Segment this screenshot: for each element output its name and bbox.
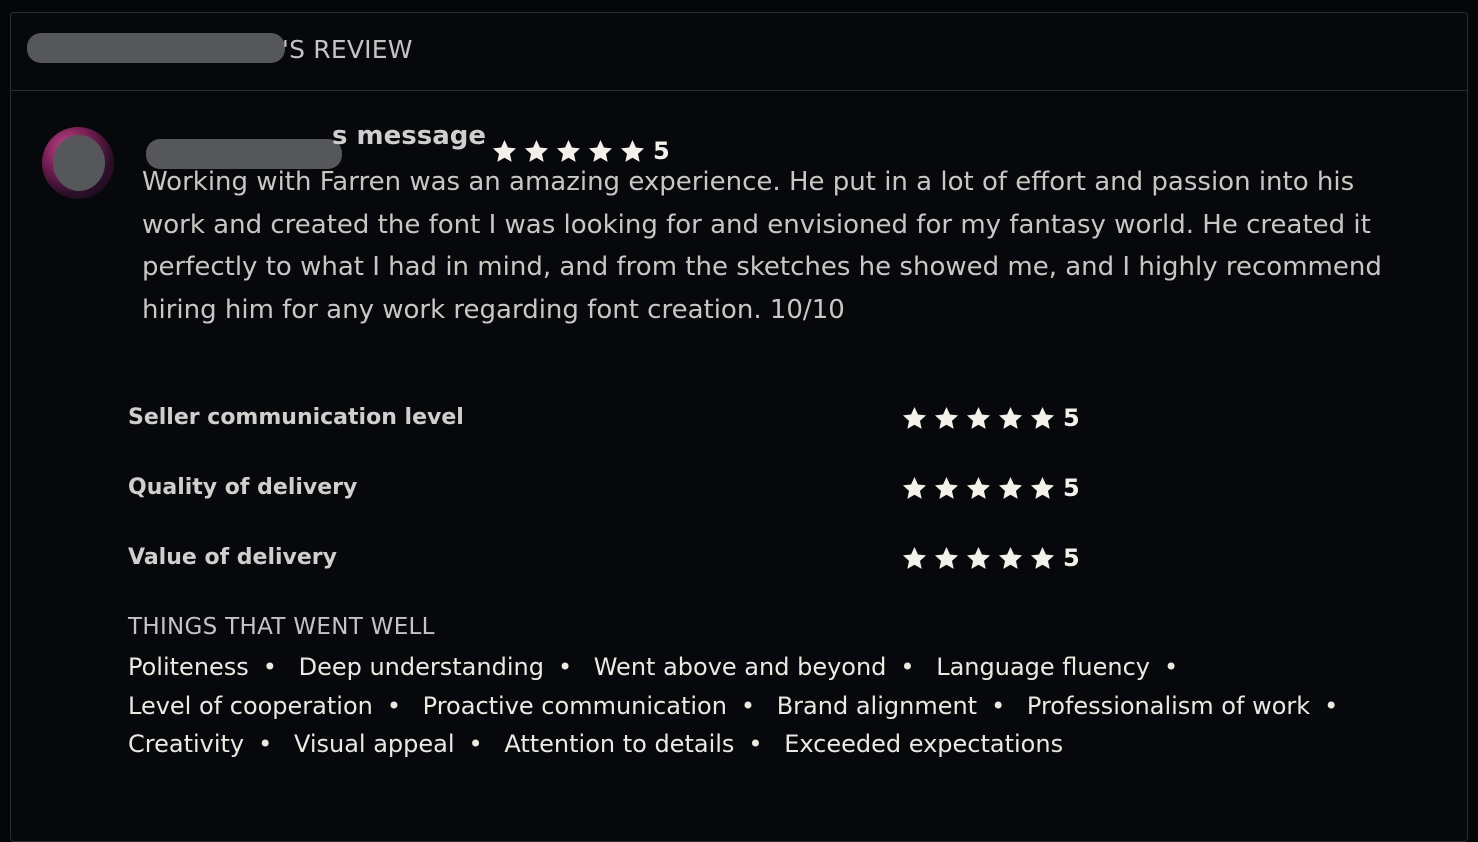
star-icon xyxy=(998,476,1023,499)
star-icon xyxy=(966,546,991,569)
tag-separator: • xyxy=(557,653,573,681)
star-icon xyxy=(966,476,991,499)
went-well-tag: Visual appeal xyxy=(293,730,455,758)
redacted-username xyxy=(27,33,285,63)
tag-separator: • xyxy=(1324,691,1339,720)
went-well-tag: Attention to details xyxy=(504,730,735,758)
rating-value: 5 xyxy=(1063,474,1080,502)
went-well-tag: Professionalism of work xyxy=(1026,691,1311,720)
review-message-title: s message xyxy=(332,121,486,151)
went-well-tag: Level of cooperation xyxy=(128,691,373,720)
category-rating-communication: 5 xyxy=(901,404,1080,432)
went-well-tag: Language fluency xyxy=(936,653,1150,681)
star-icon xyxy=(966,406,991,429)
review-header: 'S REVIEW xyxy=(11,13,1467,91)
went-well-tag: Proactive communication xyxy=(422,691,727,720)
star-icon xyxy=(1030,406,1055,429)
went-well-tag: Exceeded expectations xyxy=(784,730,1064,758)
star-icon xyxy=(998,546,1023,569)
went-well-tag: Went above and beyond xyxy=(593,653,887,681)
category-label-quality: Quality of delivery xyxy=(128,475,358,500)
star-icon xyxy=(1030,476,1055,499)
review-text: Working with Farren was an amazing exper… xyxy=(142,167,1382,325)
star-icon xyxy=(902,546,927,569)
went-well-tag: Brand alignment xyxy=(776,691,978,720)
star-icon xyxy=(998,406,1023,429)
tag-separator: • xyxy=(258,730,273,758)
tag-separator: • xyxy=(740,691,756,720)
went-well-tag: Deep understanding xyxy=(298,653,544,681)
went-well-tag: Politeness xyxy=(128,653,249,681)
star-icon xyxy=(934,406,959,429)
went-well-tag: Creativity xyxy=(128,730,245,758)
tag-separator: • xyxy=(1164,653,1179,681)
category-label-communication: Seller communication level xyxy=(128,405,464,430)
star-icon xyxy=(902,406,927,429)
tag-separator: • xyxy=(748,730,763,758)
rating-value: 5 xyxy=(1063,544,1080,572)
tag-separator: • xyxy=(991,691,1006,720)
review-header-title: 'S REVIEW xyxy=(282,35,413,64)
category-label-value: Value of delivery xyxy=(128,545,337,570)
tag-separator: • xyxy=(468,730,483,758)
rating-value: 5 xyxy=(1063,404,1080,432)
star-icon xyxy=(902,476,927,499)
star-icon xyxy=(934,546,959,569)
category-rating-value: 5 xyxy=(901,544,1080,572)
category-rating-quality: 5 xyxy=(901,474,1080,502)
avatar-redaction xyxy=(53,135,105,191)
went-well-tags: Politeness • Deep understanding • Went abo… xyxy=(128,648,1428,764)
went-well-title: THINGS THAT WENT WELL xyxy=(128,614,435,640)
star-icon xyxy=(1030,546,1055,569)
star-icon xyxy=(934,476,959,499)
tag-separator: • xyxy=(262,653,277,681)
user-avatar[interactable] xyxy=(42,127,114,199)
tag-separator: • xyxy=(900,653,915,681)
tag-separator: • xyxy=(386,691,402,720)
